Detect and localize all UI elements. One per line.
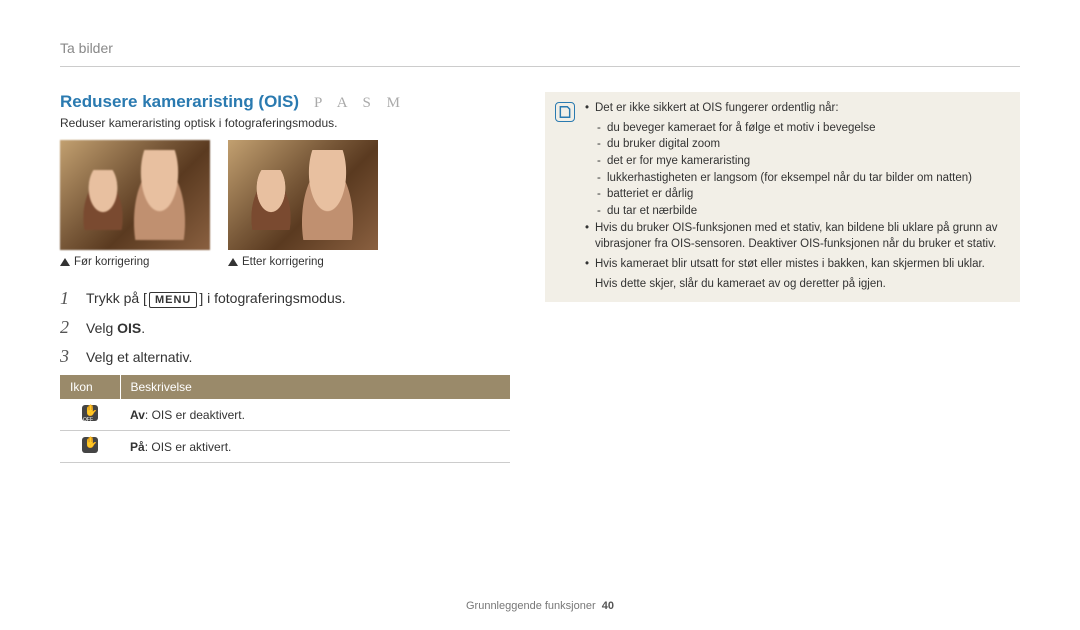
caption-after-text: Etter korrigering — [242, 256, 324, 268]
menu-button-label: MENU — [149, 292, 197, 308]
step-number: 1 — [60, 288, 76, 309]
triangle-up-icon — [60, 258, 70, 266]
caption-after: Etter korrigering — [228, 256, 378, 268]
step-3: 3 Velg et alternativ. — [60, 346, 510, 367]
note-subline: lukkerhastigheten er langsom (for eksemp… — [585, 170, 1008, 187]
step-number: 2 — [60, 317, 76, 338]
step-2-text-pre: Velg — [86, 320, 117, 336]
note-line: Hvis du bruker OIS-funksjonen med et sta… — [585, 220, 1008, 253]
footer-page-number: 40 — [602, 600, 614, 612]
row1-text: : OIS er deaktivert. — [145, 408, 245, 422]
ois-on-icon — [82, 437, 98, 453]
note-subline: du beveger kameraet for å følge et motiv… — [585, 120, 1008, 137]
caption-before-text: Før korrigering — [74, 256, 149, 268]
step-2-bold: OIS — [117, 320, 141, 336]
table-row: Av: OIS er deaktivert. — [60, 399, 510, 431]
step-1-text-post: ] i fotograferingsmodus. — [199, 290, 345, 306]
note-subline: du tar et nærbilde — [585, 203, 1008, 220]
triangle-up-icon — [228, 258, 238, 266]
step-number: 3 — [60, 346, 76, 367]
step-3-text: Velg et alternativ. — [86, 349, 192, 365]
ois-off-icon — [82, 405, 98, 421]
options-table: Ikon Beskrivelse Av: OIS er deaktivert. … — [60, 375, 510, 463]
step-1: 1 Trykk på [MENU] i fotograferingsmodus. — [60, 288, 510, 309]
row2-text: : OIS er aktivert. — [145, 440, 232, 454]
note-line: Hvis kameraet blir utsatt for støt eller… — [585, 256, 1008, 273]
step-2-text-post: . — [141, 320, 145, 336]
note-subline: batteriet er dårlig — [585, 186, 1008, 203]
table-head-icon: Ikon — [60, 375, 120, 399]
table-row: På: OIS er aktivert. — [60, 431, 510, 463]
step-2: 2 Velg OIS. — [60, 317, 510, 338]
note-subline: du bruker digital zoom — [585, 136, 1008, 153]
note-box: Det er ikke sikkert at OIS fungerer orde… — [545, 92, 1020, 302]
mode-indicator: P A S M — [314, 95, 406, 112]
note-line-cont: Hvis dette skjer, slår du kameraet av og… — [585, 276, 1008, 293]
page-title: Redusere kameraristing (OIS) — [60, 92, 299, 112]
example-photo-before — [60, 140, 210, 250]
step-1-text-pre: Trykk på [ — [86, 290, 147, 306]
footer-section: Grunnleggende funksjoner — [466, 600, 596, 612]
table-head-desc: Beskrivelse — [120, 375, 510, 399]
subheading: Reduser kameraristing optisk i fotografe… — [60, 116, 510, 130]
note-icon — [555, 102, 575, 122]
example-photo-after — [228, 140, 378, 250]
breadcrumb: Ta bilder — [60, 40, 1020, 67]
row2-label: På — [130, 440, 145, 454]
caption-before: Før korrigering — [60, 256, 210, 268]
note-subline: det er for mye kameraristing — [585, 153, 1008, 170]
page-footer: Grunnleggende funksjoner 40 — [0, 600, 1080, 612]
row1-label: Av — [130, 408, 145, 422]
note-line: Det er ikke sikkert at OIS fungerer orde… — [585, 100, 1008, 117]
